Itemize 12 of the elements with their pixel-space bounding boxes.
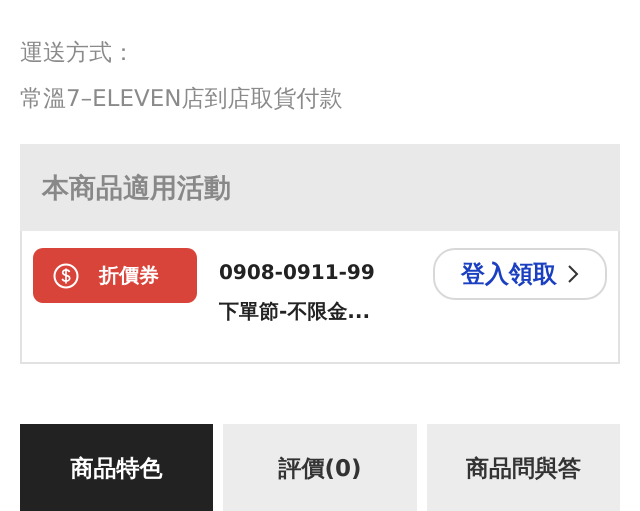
shipping-label: 運送方式： xyxy=(20,39,136,68)
promotions-header: 本商品適用活動 xyxy=(20,144,620,231)
chevron-right-icon xyxy=(567,264,579,284)
coupon-name: 下單節-不限金... xyxy=(219,298,372,325)
login-claim-button[interactable]: 登入領取 xyxy=(433,248,607,300)
shipping-method: 常溫7–ELEVEN店到店取貨付款 xyxy=(20,85,344,114)
coupon-label: 折價券 xyxy=(99,262,159,289)
tab[interactable]: 商品特色 xyxy=(20,424,214,511)
tab[interactable]: 商品問與答 xyxy=(426,424,620,511)
dollar-icon xyxy=(53,262,79,288)
tab[interactable]: 評價(0) xyxy=(223,424,417,511)
coupon-code: 0908-0911-99 xyxy=(219,260,376,284)
